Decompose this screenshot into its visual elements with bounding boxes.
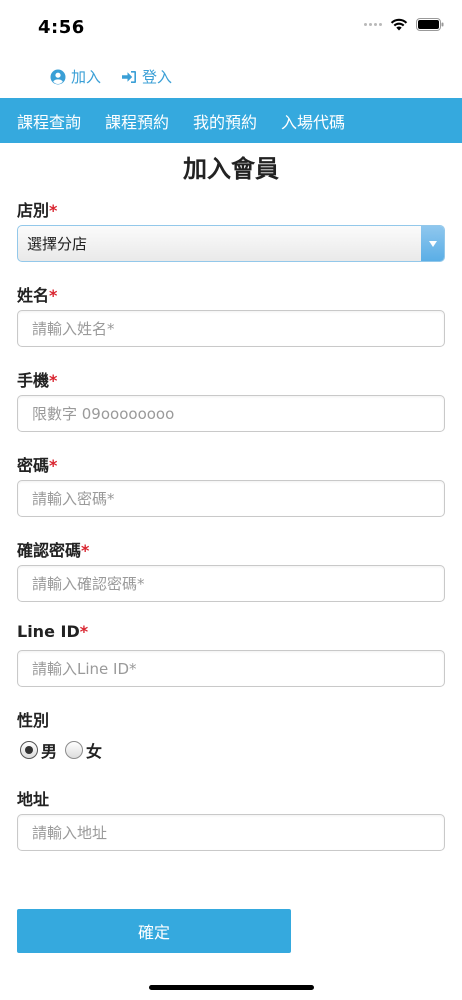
join-link-label: 加入: [71, 68, 102, 86]
login-link-label: 登入: [142, 68, 173, 86]
line-id-label: Line ID*: [17, 622, 88, 641]
required-mark: *: [49, 371, 58, 390]
name-input[interactable]: [17, 310, 445, 347]
password-label-text: 密碼: [17, 456, 50, 475]
chevron-down-icon: [421, 226, 444, 261]
password-input[interactable]: [17, 480, 445, 517]
store-label: 店別*: [17, 197, 57, 221]
required-mark: *: [79, 622, 89, 641]
gender-option-label: 男: [41, 742, 58, 761]
name-label: 姓名*: [17, 282, 57, 306]
name-label-text: 姓名: [17, 286, 50, 305]
status-time: 4:56: [38, 17, 85, 38]
gender-option-label: 女: [86, 742, 103, 761]
phone-label: 手機*: [17, 367, 57, 391]
store-select[interactable]: 選擇分店: [17, 225, 445, 262]
top-links: 加入 登入: [50, 66, 172, 87]
store-select-value: 選擇分店: [27, 235, 88, 253]
required-mark: *: [49, 201, 58, 220]
user-circle-icon: [50, 69, 66, 85]
wifi-icon: [390, 18, 408, 31]
confirm-password-label: 確認密碼*: [17, 537, 89, 561]
radio-button-unchecked[interactable]: [65, 741, 84, 759]
sign-in-icon: [121, 70, 137, 84]
submit-button[interactable]: 確定: [17, 909, 291, 953]
gender-radio-group: 男 女: [20, 738, 110, 762]
nav-item-course-search[interactable]: 課程查詢: [17, 109, 81, 133]
cellular-signal-icon: [364, 23, 382, 26]
gender-label: 性別: [17, 711, 50, 730]
radio-button-checked[interactable]: [20, 741, 38, 759]
status-bar: 4:56: [0, 0, 462, 56]
join-link[interactable]: 加入: [50, 66, 101, 87]
required-mark: *: [81, 541, 90, 560]
phone-label-text: 手機: [17, 371, 50, 390]
required-mark: *: [49, 286, 58, 305]
line-id-input[interactable]: [17, 650, 445, 687]
main-nav: 課程查詢 課程預約 我的預約 入場代碼: [0, 98, 462, 143]
home-indicator: [149, 985, 314, 990]
status-icons: [364, 18, 444, 31]
battery-icon: [416, 18, 444, 31]
password-label: 密碼*: [17, 452, 57, 476]
required-mark: *: [49, 456, 58, 475]
store-label-text: 店別: [17, 201, 50, 220]
confirm-password-label-text: 確認密碼: [17, 541, 82, 560]
gender-option-male[interactable]: 男: [20, 738, 57, 762]
line-id-label-text: Line ID: [17, 622, 80, 641]
phone-input[interactable]: [17, 395, 445, 432]
page-title: 加入會員: [183, 155, 279, 183]
login-link[interactable]: 登入: [121, 66, 172, 87]
nav-item-entry-code[interactable]: 入場代碼: [281, 109, 345, 133]
address-input[interactable]: [17, 814, 445, 851]
nav-item-my-bookings[interactable]: 我的預約: [193, 109, 257, 133]
nav-item-course-booking[interactable]: 課程預約: [105, 109, 169, 133]
address-label: 地址: [17, 790, 50, 809]
confirm-password-input[interactable]: [17, 565, 445, 602]
gender-option-female[interactable]: 女: [65, 738, 102, 762]
